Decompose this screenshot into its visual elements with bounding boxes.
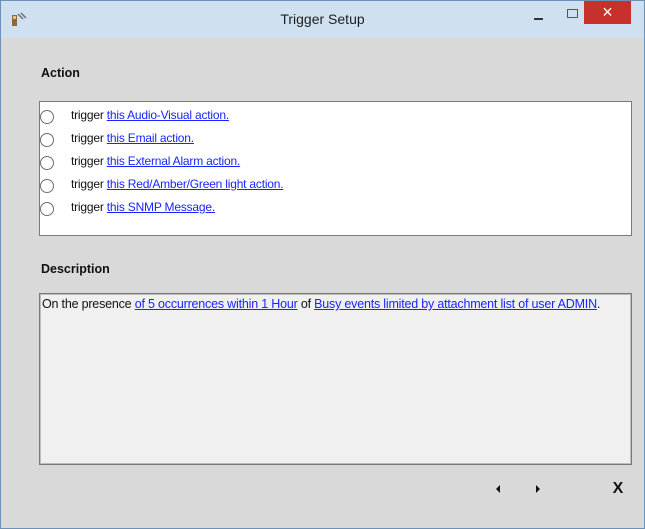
action-item-rag-light: trigger this Red/Amber/Green light actio… <box>40 175 631 197</box>
action-item-email: trigger this Email action. <box>40 129 631 151</box>
busy-events-link[interactable]: Busy events limited by attachment list o… <box>314 297 597 311</box>
radio-rag-light[interactable] <box>40 179 54 193</box>
next-button[interactable] <box>530 482 546 496</box>
occurrences-link[interactable]: of 5 occurrences within 1 Hour <box>135 297 298 311</box>
radio-audio-visual[interactable] <box>40 110 54 124</box>
action-item-external-alarm: trigger this External Alarm action. <box>40 152 631 174</box>
close-dialog-button[interactable]: X <box>608 479 628 499</box>
email-action-link[interactable]: this Email action. <box>107 131 194 145</box>
action-heading: Action <box>41 66 80 80</box>
rag-light-action-link[interactable]: this Red/Amber/Green light action. <box>107 177 284 191</box>
maximize-icon <box>567 9 578 18</box>
description-heading: Description <box>41 262 110 276</box>
action-item-audio-visual: trigger this Audio-Visual action. <box>40 106 631 128</box>
arrow-right-icon <box>536 485 540 493</box>
snmp-message-link[interactable]: this SNMP Message. <box>107 200 215 214</box>
arrow-left-icon <box>496 485 500 493</box>
close-window-button[interactable]: × <box>584 1 631 24</box>
trigger-label: trigger <box>71 200 104 214</box>
title-bar[interactable]: Trigger Setup × <box>1 1 644 38</box>
previous-button[interactable] <box>491 482 507 496</box>
close-icon: × <box>602 2 613 22</box>
audio-visual-action-link[interactable]: this Audio-Visual action. <box>107 108 229 122</box>
external-alarm-action-link[interactable]: this External Alarm action. <box>107 154 241 168</box>
radio-snmp[interactable] <box>40 202 54 216</box>
minimize-icon <box>534 18 543 20</box>
radio-external-alarm[interactable] <box>40 156 54 170</box>
description-text-part: of <box>297 297 315 311</box>
maximize-button[interactable] <box>560 4 584 24</box>
description-text: On the presence of 5 occurrences within … <box>42 297 627 312</box>
description-box: On the presence of 5 occurrences within … <box>39 293 632 465</box>
trigger-label: trigger <box>71 108 104 122</box>
description-text-part: On the presence <box>42 297 135 311</box>
trigger-label: trigger <box>71 131 104 145</box>
radio-email[interactable] <box>40 133 54 147</box>
description-text-part: . <box>596 297 601 311</box>
trigger-label: trigger <box>71 154 104 168</box>
trigger-setup-window: Trigger Setup × Action trigger this Audi… <box>0 0 645 529</box>
action-item-snmp: trigger this SNMP Message. <box>40 198 631 220</box>
trigger-label: trigger <box>71 177 104 191</box>
minimize-button[interactable] <box>527 7 551 27</box>
action-list: trigger this Audio-Visual action. trigge… <box>39 101 632 236</box>
